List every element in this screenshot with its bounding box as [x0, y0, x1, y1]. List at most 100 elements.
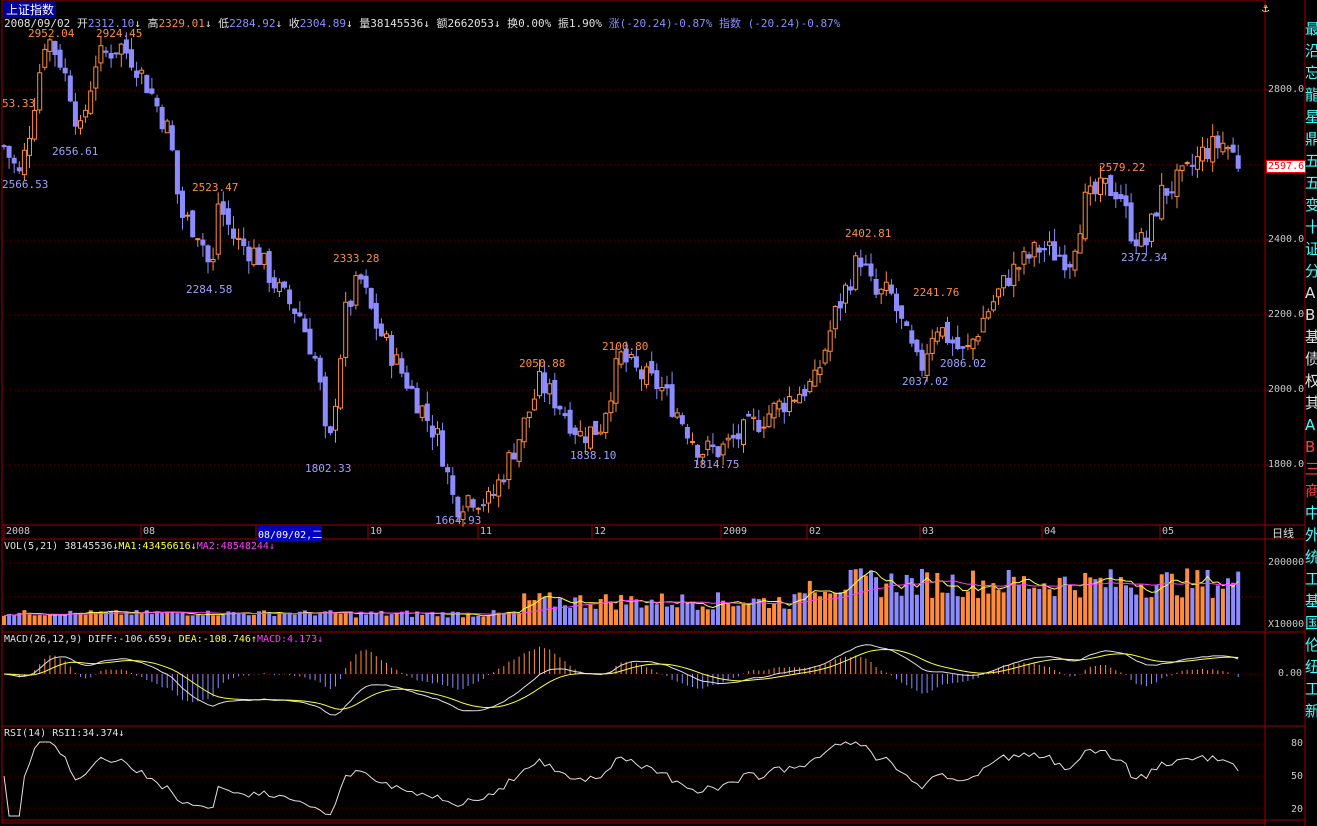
anchor-icon[interactable]: ⚓: [1262, 1, 1269, 15]
stock-list-column[interactable]: 最沿忘龍星鼎五五变十证分AB基债权其AB三商中外统工基国伦纽工新: [1305, 0, 1317, 826]
stock-list-item[interactable]: 星: [1305, 108, 1317, 126]
candle-body: [215, 203, 221, 255]
stock-list-item[interactable]: 纽: [1305, 658, 1317, 676]
volume-bar: [267, 612, 272, 625]
stock-list-item[interactable]: 伦: [1305, 636, 1317, 654]
period-label[interactable]: 日线: [1272, 525, 1294, 541]
macd-dea: DEA:-108.746: [178, 634, 251, 645]
candle-body: [1235, 155, 1241, 169]
stock-list-item[interactable]: 商: [1305, 482, 1317, 500]
stock-list-item[interactable]: 外: [1305, 526, 1317, 544]
candle-body: [531, 398, 537, 411]
stock-list-item[interactable]: 统: [1305, 548, 1317, 566]
candle-body: [812, 369, 818, 387]
candle-body: [1031, 242, 1037, 258]
candle-body: [1021, 251, 1027, 265]
stock-list-item[interactable]: 三: [1305, 460, 1317, 478]
stock-list-item[interactable]: 新: [1305, 702, 1317, 720]
stock-list-item[interactable]: 十: [1305, 218, 1317, 236]
volume-bar: [277, 613, 282, 625]
stock-list-item[interactable]: 鼎: [1305, 130, 1317, 148]
candle-body: [802, 388, 808, 397]
volume-bar: [746, 604, 751, 625]
candle-body: [440, 430, 446, 467]
volume-bar: [726, 603, 731, 625]
volume-bar: [986, 593, 991, 625]
stock-list-item[interactable]: 权: [1305, 372, 1317, 390]
candle-body: [154, 97, 160, 107]
volume-bar: [782, 608, 787, 625]
candle-body: [113, 52, 119, 55]
candle-body: [914, 339, 920, 353]
volume-bar: [675, 607, 680, 625]
stock-list-item[interactable]: A: [1305, 284, 1317, 302]
candle-body: [899, 305, 905, 319]
volume-bar: [445, 617, 450, 625]
volume-bar: [486, 615, 491, 625]
stock-list-item[interactable]: B: [1305, 306, 1317, 324]
stock-list-item[interactable]: 基: [1305, 592, 1317, 610]
volume-bar: [476, 615, 481, 625]
candle-body: [552, 379, 558, 409]
candle-body: [144, 74, 150, 94]
candle-body: [287, 289, 293, 305]
price-annotation-low: 2656.61: [52, 145, 99, 158]
candle-body: [256, 247, 262, 266]
stock-list-item[interactable]: 变: [1305, 196, 1317, 214]
candle-body: [103, 50, 109, 53]
candle-body: [837, 301, 843, 309]
time-axis-label: 02: [809, 526, 822, 537]
candle-body: [853, 255, 859, 290]
candle-body: [1154, 212, 1160, 217]
volume-bar: [823, 591, 828, 625]
candle-body: [21, 149, 27, 176]
stock-list-item[interactable]: 债: [1305, 350, 1317, 368]
stock-list-item[interactable]: 工: [1305, 570, 1317, 588]
volume-bar: [761, 598, 766, 625]
stock-list-item[interactable]: 国: [1305, 614, 1317, 632]
candle-body: [378, 323, 384, 337]
stock-list-item[interactable]: 龍: [1305, 86, 1317, 104]
volume-bar: [614, 609, 618, 625]
volume-bar: [216, 615, 221, 625]
volume-bar: [1195, 570, 1200, 625]
price-annotation-low: 2086.02: [940, 357, 987, 370]
stock-list-item[interactable]: A: [1305, 416, 1317, 434]
price-annotation-high: 2924.45: [96, 27, 143, 40]
stock-list-item[interactable]: 中: [1305, 504, 1317, 522]
candle-body: [761, 426, 767, 429]
stock-list-item[interactable]: 五: [1305, 174, 1317, 192]
price-axis-label: 2800.0: [1268, 84, 1305, 95]
candle-body: [358, 274, 364, 280]
candle-body: [735, 433, 741, 440]
candle-body: [1200, 146, 1205, 162]
candle-body: [394, 354, 400, 365]
candle-body: [1205, 148, 1211, 160]
candle-body: [419, 405, 425, 418]
stock-list-item[interactable]: 分: [1305, 262, 1317, 280]
kline-chart[interactable]: [0, 0, 1317, 826]
vol-header: VOL(5,21) 38145536↓MA1:43456616↓MA2:4854…: [4, 541, 275, 552]
candle-body: [129, 49, 134, 68]
candle-body: [756, 419, 762, 432]
price-annotation-high: 2050.88: [519, 357, 566, 370]
stock-list-item[interactable]: 最: [1305, 20, 1317, 38]
candle-body: [220, 201, 226, 215]
stock-list-item[interactable]: 沿: [1305, 42, 1317, 60]
candle-body: [266, 251, 272, 283]
stock-list-item[interactable]: 工: [1305, 680, 1317, 698]
rsi-header: RSI(14) RSI1:34.374↓: [4, 728, 124, 739]
volume-bar: [700, 606, 705, 625]
stock-list-item[interactable]: 其: [1305, 394, 1317, 412]
stock-list-item[interactable]: 基: [1305, 328, 1317, 346]
rsi-panel-label: RSI(14): [4, 728, 47, 739]
stock-list-item[interactable]: 证: [1305, 240, 1317, 258]
current-price-tag: 2597.6: [1266, 160, 1307, 173]
price-axis-label: 2000.0: [1268, 384, 1305, 395]
stock-list-item[interactable]: 五: [1305, 152, 1317, 170]
stock-list-item[interactable]: 忘: [1305, 64, 1317, 82]
volume-bar: [129, 614, 134, 625]
volume-bar: [568, 608, 573, 625]
volume-bar: [389, 614, 394, 625]
stock-list-item[interactable]: B: [1305, 438, 1317, 456]
